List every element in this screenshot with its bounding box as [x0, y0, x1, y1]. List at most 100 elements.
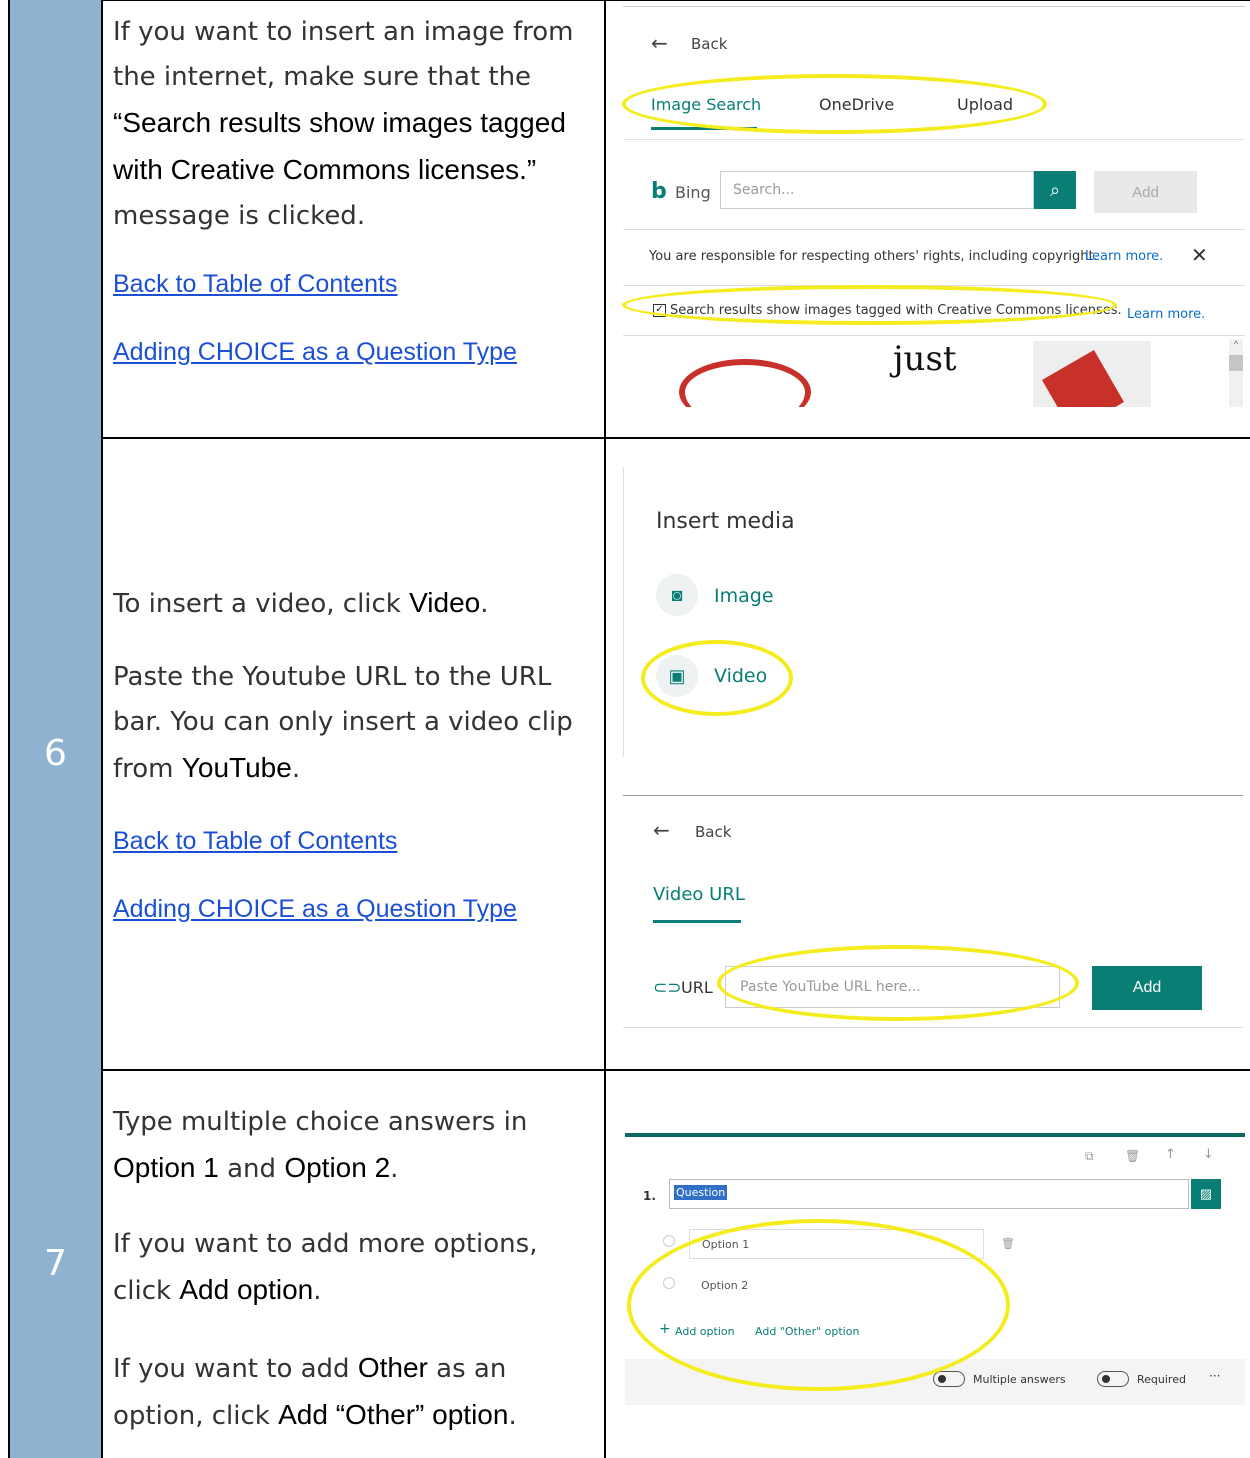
- instruction-emphasis: YouTube: [181, 752, 292, 783]
- multiple-answers-toggle[interactable]: [933, 1371, 965, 1387]
- copyright-notice: You are responsible for respecting other…: [649, 249, 1098, 264]
- scroll-up-icon[interactable]: ^: [1229, 339, 1243, 351]
- copy-icon[interactable]: ⧉: [1085, 1149, 1094, 1164]
- tab-onedrive[interactable]: OneDrive: [819, 95, 894, 114]
- cc-license-text: Search results show images tagged with C…: [670, 303, 1122, 318]
- scroll-thumb[interactable]: [1229, 355, 1243, 371]
- video-url-input[interactable]: Paste YouTube URL here...: [725, 966, 1060, 1008]
- plus-icon[interactable]: +: [659, 1321, 671, 1337]
- thumbnail-stamp[interactable]: [679, 359, 811, 407]
- back-label[interactable]: Back: [691, 35, 727, 53]
- back-label[interactable]: Back: [695, 823, 731, 841]
- option-1-input[interactable]: Option 1: [689, 1229, 984, 1259]
- insert-image-icon[interactable]: ▨: [1191, 1179, 1221, 1209]
- instruction-text: If you want to add more options, click: [113, 1229, 538, 1306]
- add-other-option-link[interactable]: Add "Other" option: [755, 1325, 859, 1338]
- instruction-cell: Type multiple choice answers in Option 1…: [101, 1069, 606, 1458]
- instruction-emphasis: Add option: [179, 1274, 314, 1305]
- toggle-knob: [1102, 1375, 1110, 1383]
- instruction-text-end: .: [390, 1154, 399, 1184]
- instruction-text: If you want to add: [113, 1354, 358, 1384]
- question-text-selected: Question: [674, 1185, 728, 1200]
- tab-video-url[interactable]: Video URL: [653, 884, 745, 905]
- required-toggle[interactable]: [1097, 1371, 1129, 1387]
- instruction-paragraph: To insert a video, click Video.: [113, 580, 593, 627]
- back-to-toc-link[interactable]: Back to Table of Contents: [113, 270, 397, 299]
- insert-video-option[interactable]: Video: [714, 665, 767, 687]
- add-button-disabled[interactable]: Add: [1094, 171, 1197, 213]
- screenshot-cell: ⧉ 🗑 ↑ ↓ 1. Question ▨ Option 1 🗑 Option …: [605, 1069, 1250, 1458]
- step-number: 6: [44, 732, 67, 774]
- add-option-link[interactable]: Add option: [675, 1325, 735, 1338]
- cc-learn-more-link[interactable]: Learn more.: [1127, 307, 1205, 322]
- screenshot-cell: ← Back Image Search OneDrive Upload b Bi…: [605, 0, 1250, 437]
- move-down-icon[interactable]: ↓: [1203, 1147, 1214, 1162]
- table-row-5: If you want to insert an image from the …: [8, 0, 1250, 439]
- tab-image-search[interactable]: Image Search: [651, 95, 761, 114]
- table-row-6: 6 To insert a video, click Video. Paste …: [8, 437, 1250, 1071]
- search-placeholder: Search...: [733, 182, 795, 198]
- divider: [623, 229, 1245, 230]
- insert-media-panel: Insert media ◙ Image ▣ Video: [623, 467, 1244, 757]
- back-arrow-icon[interactable]: ←: [653, 818, 670, 842]
- question-number: 1.: [643, 1189, 656, 1203]
- search-input[interactable]: Search...: [720, 171, 1034, 209]
- video-url-panel: ← Back Video URL ⊂⊃ URL Paste YouTube UR…: [623, 795, 1243, 1028]
- radio-option-2[interactable]: [663, 1277, 675, 1289]
- table-row-7: 7 Type multiple choice answers in Option…: [8, 1069, 1250, 1458]
- url-label: URL: [681, 978, 713, 997]
- instruction-paragraph: If you want to add Other as an option, c…: [113, 1345, 593, 1439]
- more-options-icon[interactable]: ···: [1209, 1369, 1220, 1383]
- radio-option-1[interactable]: [663, 1235, 675, 1247]
- back-to-toc-link[interactable]: Back to Table of Contents: [113, 827, 397, 856]
- bing-label: Bing: [675, 183, 711, 202]
- thumbnail-image[interactable]: [1033, 341, 1151, 407]
- instruction-emphasis: Other: [357, 1352, 428, 1383]
- trash-icon[interactable]: 🗑: [1125, 1149, 1140, 1163]
- instruction-paragraph: Paste the Youtube URL to the URL bar. Yo…: [113, 655, 593, 792]
- document-page: If you want to insert an image from the …: [0, 0, 1250, 1458]
- divider: [623, 285, 1245, 286]
- delete-option-icon[interactable]: 🗑: [1001, 1237, 1015, 1250]
- tab-upload[interactable]: Upload: [957, 95, 1013, 114]
- step-number-cell: 7: [8, 1069, 103, 1458]
- learn-more-link[interactable]: Learn more.: [1085, 249, 1163, 264]
- instruction-text-end: .: [291, 754, 301, 784]
- insert-image-option[interactable]: Image: [714, 585, 774, 607]
- screenshot-cell: Insert media ◙ Image ▣ Video ← Back Vide…: [605, 437, 1250, 1069]
- image-search-panel: ← Back Image Search OneDrive Upload b Bi…: [623, 6, 1245, 407]
- toggle-knob: [938, 1375, 946, 1383]
- adding-choice-link[interactable]: Adding CHOICE as a Question Type: [113, 895, 517, 924]
- insert-media-title: Insert media: [656, 509, 795, 534]
- instruction-emphasis: Option 2: [284, 1152, 391, 1183]
- option-2-text: Option 2: [701, 1279, 749, 1292]
- adding-choice-link[interactable]: Adding CHOICE as a Question Type: [113, 338, 517, 367]
- active-tab-underline: [653, 920, 741, 923]
- instruction-text-end: .: [508, 1401, 517, 1431]
- instruction-paragraph: If you want to add more options, click A…: [113, 1222, 593, 1314]
- bing-logo-icon: b: [651, 179, 667, 204]
- divider: [623, 335, 1245, 336]
- close-icon[interactable]: ✕: [1191, 243, 1208, 267]
- divider: [623, 1027, 1243, 1028]
- checkbox-checked-icon[interactable]: ✓: [653, 304, 666, 317]
- instruction-paragraph: If you want to insert an image from the …: [113, 10, 593, 239]
- question-editor-card: ⧉ 🗑 ↑ ↓ 1. Question ▨ Option 1 🗑 Option …: [625, 1133, 1245, 1405]
- add-video-button[interactable]: Add: [1092, 966, 1202, 1010]
- instruction-text-end: message is clicked.: [113, 201, 366, 231]
- scrollbar[interactable]: ^: [1229, 339, 1243, 407]
- back-arrow-icon[interactable]: ←: [651, 31, 668, 55]
- option-2-input[interactable]: Option 2: [689, 1271, 984, 1301]
- instruction-cell: If you want to insert an image from the …: [101, 0, 606, 437]
- thumbnail-shape: [1042, 350, 1124, 407]
- video-camera-icon[interactable]: ▣: [656, 655, 698, 697]
- instruction-paragraph: Type multiple choice answers in Option 1…: [113, 1100, 593, 1192]
- instruction-text-end: .: [313, 1276, 322, 1306]
- instruction-emphasis: “Search results show images tagged with …: [113, 107, 566, 185]
- camera-icon[interactable]: ◙: [656, 574, 698, 616]
- divider: [623, 139, 1245, 140]
- move-up-icon[interactable]: ↑: [1165, 1147, 1176, 1162]
- question-title-input[interactable]: Question: [669, 1179, 1189, 1209]
- search-icon[interactable]: ⌕: [1034, 171, 1076, 209]
- url-placeholder: Paste YouTube URL here...: [740, 979, 921, 995]
